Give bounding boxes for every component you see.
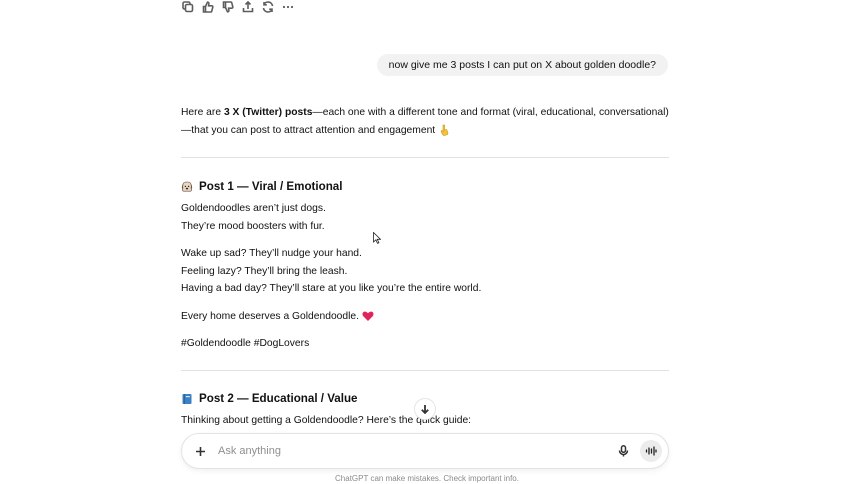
post-1-line: Feeling lazy? They’ll bring the leash.: [181, 265, 348, 277]
post-1-line: Wake up sad? They’ll nudge your hand.: [181, 248, 362, 259]
more-icon[interactable]: [281, 0, 295, 14]
thumbs-down-icon[interactable]: [221, 0, 235, 14]
post-1-hashtags: #Goldendoodle #DogLovers: [181, 338, 310, 349]
section-divider: [181, 369, 669, 371]
closing-text: Every home deserves a Goldendoodle.: [181, 310, 360, 322]
message-action-toolbar: [181, 0, 295, 14]
post-1-line: They’re mood boosters with fur.: [181, 220, 325, 232]
response-intro: Here are 3 X (Twitter) posts—each one wi…: [181, 104, 669, 139]
post-1-heading: Post 1 — Viral / Emotional: [181, 177, 669, 197]
pointing-down-icon: [440, 124, 449, 136]
prompt-input[interactable]: [216, 444, 600, 458]
blue-book-icon: [182, 393, 192, 404]
disclaimer-footer: ChatGPT can make mistakes. Check importa…: [335, 474, 519, 483]
heart-icon: [362, 311, 374, 321]
assistant-response: Here are 3 X (Twitter) posts—each one wi…: [181, 104, 669, 429]
regenerate-icon[interactable]: [261, 0, 275, 14]
user-message-bubble: now give me 3 posts I can put on X about…: [376, 54, 668, 76]
post-1-line: Goldendoodles aren’t just dogs.: [181, 203, 326, 214]
post-1-closing: Every home deserves a Goldendoodle.: [181, 308, 669, 326]
intro-text: Here are: [181, 107, 224, 118]
microphone-icon: [618, 445, 628, 457]
mouse-cursor-icon: [373, 232, 381, 244]
thumbs-up-icon[interactable]: [201, 0, 215, 14]
dictate-button[interactable]: [616, 444, 630, 458]
post-2-title: Post 2 — Educational / Value: [199, 391, 358, 405]
voice-mode-button[interactable]: [640, 440, 662, 462]
copy-icon[interactable]: [181, 0, 195, 14]
post-1-line: Having a bad day? They’ll stare at you l…: [181, 283, 482, 294]
dog-face-icon: [181, 181, 193, 192]
intro-bold: 3 X (Twitter) posts: [223, 107, 313, 118]
plus-icon: [195, 446, 205, 456]
waveform-icon: [645, 446, 657, 456]
share-icon[interactable]: [241, 0, 255, 14]
add-attachment-button[interactable]: [194, 445, 206, 457]
post-1-title: Post 1 — Viral / Emotional: [199, 180, 343, 194]
arrow-down-icon: [421, 405, 429, 414]
section-divider: [181, 157, 669, 158]
message-composer: [181, 433, 669, 469]
scroll-to-bottom-button[interactable]: [414, 398, 436, 420]
